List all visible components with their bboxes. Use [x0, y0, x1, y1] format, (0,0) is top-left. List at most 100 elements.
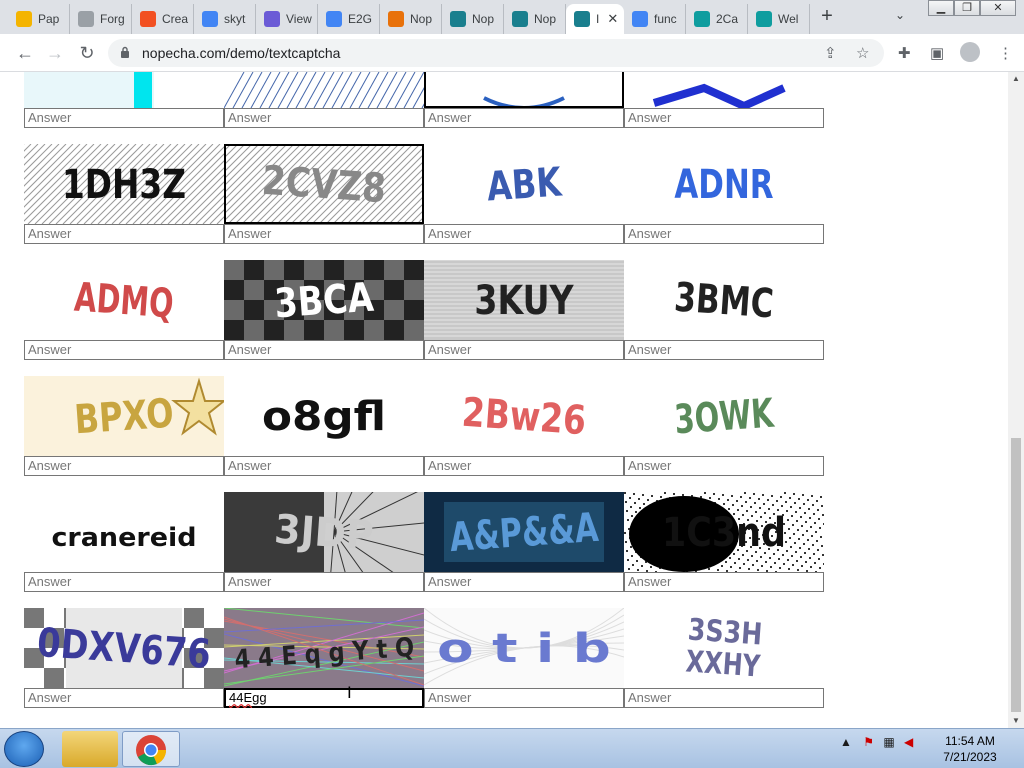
answer-input[interactable]: Answer — [624, 688, 824, 708]
tray-up-arrow-icon[interactable]: ▲ — [840, 735, 852, 749]
forward-button[interactable]: → — [44, 42, 66, 64]
bookmark-star-icon[interactable]: ☆ — [856, 44, 869, 62]
captcha-image: 0DXV676 — [24, 608, 224, 688]
volume-muted-icon[interactable]: ◀ — [904, 735, 913, 749]
side-panel-icon[interactable]: ▣ — [930, 44, 944, 62]
answer-input[interactable]: Answer — [24, 456, 224, 476]
close-window-button[interactable]: ✕ — [980, 0, 1016, 16]
tab-label: func — [654, 12, 677, 26]
chevron-down-icon[interactable]: ⌄ — [895, 8, 905, 22]
browser-tab[interactable]: Crea — [132, 4, 194, 34]
extensions-icon[interactable]: ✚ — [898, 44, 911, 62]
browser-tab[interactable]: I ✕ — [566, 4, 624, 34]
browser-tab[interactable]: Wel — [748, 4, 810, 34]
captcha-cell: 1DH3Z Answer — [24, 144, 224, 244]
answer-input[interactable]: Answer — [424, 688, 624, 708]
scrollbar[interactable]: ▲ ▼ — [1008, 72, 1024, 728]
chrome-taskbar-button[interactable] — [122, 731, 180, 767]
captcha-image — [624, 72, 824, 108]
browser-tab[interactable]: Nop — [504, 4, 566, 34]
answer-input[interactable]: Answer — [624, 340, 824, 360]
captcha-text: ABK — [485, 159, 564, 210]
browser-tab[interactable]: View — [256, 4, 318, 34]
answer-input[interactable]: Answer — [624, 572, 824, 592]
answer-input[interactable]: Answer — [624, 456, 824, 476]
captcha-cell: 0DXV676 Answer — [24, 608, 224, 708]
menu-icon[interactable]: ⋮ — [998, 44, 1013, 62]
scroll-up-icon[interactable]: ▲ — [1012, 74, 1020, 83]
scroll-down-icon[interactable]: ▼ — [1012, 716, 1020, 725]
captcha-text: ADMQ — [73, 275, 175, 328]
answer-input[interactable]: Answer — [424, 224, 624, 244]
browser-tab[interactable]: Nop — [380, 4, 442, 34]
tab-label: E2G — [348, 12, 373, 26]
restore-button[interactable]: ❐ — [954, 0, 980, 16]
captcha-text: o t i b — [437, 626, 611, 672]
new-tab-button[interactable]: + — [817, 6, 837, 26]
browser-tab[interactable]: E2G — [318, 4, 380, 34]
answer-input[interactable]: Answer — [424, 340, 624, 360]
answer-input[interactable]: Answer — [224, 456, 424, 476]
windows-start-icon[interactable] — [4, 731, 44, 767]
minimize-button[interactable]: ▁ — [928, 0, 954, 16]
address-bar[interactable]: nopecha.com/demo/textcaptcha ⇪ ☆ — [108, 39, 884, 67]
captcha-cell: ADMQ Answer — [24, 260, 224, 360]
captcha-image: ABK — [424, 144, 624, 224]
answer-input-focused[interactable]: 44Egg — [224, 688, 424, 708]
clock-time[interactable]: 11:54 AM — [930, 734, 1010, 748]
browser-tab[interactable]: Pap — [8, 4, 70, 34]
captcha-text: 3JDP — [273, 507, 375, 560]
answer-input[interactable]: Answer — [224, 224, 424, 244]
captcha-image: 3S3H XXHY — [624, 608, 824, 688]
answer-input[interactable]: Answer — [24, 224, 224, 244]
reload-button[interactable]: ↻ — [76, 42, 98, 64]
answer-input[interactable]: Answer — [224, 572, 424, 592]
captcha-image: o t i b — [424, 608, 624, 688]
share-icon[interactable]: ⇪ — [824, 44, 837, 62]
file-explorer-icon[interactable] — [62, 731, 118, 767]
answer-input[interactable]: Answer — [424, 572, 624, 592]
browser-tab[interactable]: Nop — [442, 4, 504, 34]
close-tab-icon[interactable]: ✕ — [607, 11, 618, 27]
at-icon — [264, 11, 280, 27]
clock-date[interactable]: 7/21/2023 — [930, 750, 1010, 764]
tab-label: Nop — [472, 12, 495, 26]
tab-label: Pap — [38, 12, 60, 26]
infinity-icon — [78, 11, 94, 27]
tab-label: I — [596, 12, 600, 26]
browser-tab[interactable]: Forg — [70, 4, 132, 34]
answer-input[interactable]: Answer — [224, 108, 424, 128]
captcha-text: XXHY — [685, 644, 763, 684]
profile-avatar[interactable] — [960, 42, 980, 62]
url-text: nopecha.com/demo/textcaptcha — [142, 45, 341, 61]
answer-input[interactable]: Answer — [424, 456, 624, 476]
answer-input[interactable]: Answer — [24, 688, 224, 708]
answer-input[interactable]: Answer — [24, 572, 224, 592]
captcha-text: 3BMC — [673, 275, 775, 328]
answer-input[interactable]: Answer — [424, 108, 624, 128]
action-center-icon[interactable]: ⚑ — [863, 735, 874, 749]
tab-label: Wel — [778, 12, 799, 26]
google-icon — [326, 11, 342, 27]
answer-input[interactable]: Answer — [624, 108, 824, 128]
answer-input[interactable]: Answer — [24, 340, 224, 360]
scroll-thumb[interactable] — [1011, 438, 1021, 712]
answer-input[interactable]: Answer — [24, 108, 224, 128]
captcha-cell: ABK Answer — [424, 144, 624, 244]
browser-tab[interactable]: func — [624, 4, 686, 34]
network-icon[interactable]: ▦ — [883, 735, 894, 749]
tab-label: Nop — [534, 12, 557, 26]
openai-icon — [756, 11, 772, 27]
browser-tab[interactable]: skyt — [194, 4, 256, 34]
captcha-cell: BPXO Answer — [24, 376, 224, 476]
back-button[interactable]: ← — [14, 42, 36, 64]
answer-input[interactable]: Answer — [224, 340, 424, 360]
browser-tab[interactable]: 2Ca — [686, 4, 748, 34]
captcha-cell: Answer — [624, 72, 824, 128]
captcha-image — [224, 72, 424, 108]
answer-input[interactable]: Answer — [624, 224, 824, 244]
captcha-cell: 3BMC Answer — [624, 260, 824, 360]
system-tray: ▲ ⚑ ▦ ◀ — [840, 735, 913, 749]
page-content: Answer Answer Answer Answer 1DH3Z Answer 2CVZ8… — [0, 72, 1008, 728]
captcha-image: 4 4 E q g Y t Q — [224, 608, 424, 688]
